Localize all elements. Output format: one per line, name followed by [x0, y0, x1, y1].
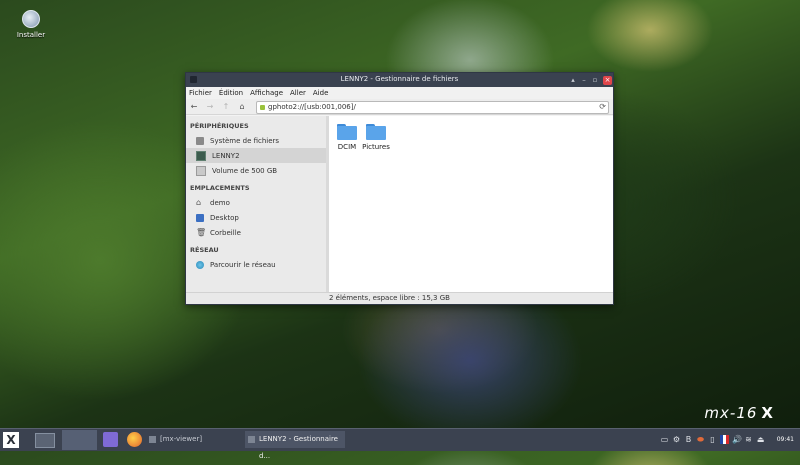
trash-icon: 🗑 [196, 227, 207, 237]
sidebar-item-volume[interactable]: Volume de 500 GB [186, 163, 326, 178]
menu-aide[interactable]: Aide [313, 89, 328, 97]
clock[interactable]: 09:41 [777, 436, 794, 443]
show-desktop-button[interactable] [35, 433, 55, 448]
location-bar[interactable]: gphoto2://[usb:001,006]/ ⟳ [256, 101, 609, 114]
location-input[interactable]: gphoto2://[usb:001,006]/ [268, 103, 356, 111]
sidebar-item-network[interactable]: Parcourir le réseau [186, 257, 326, 272]
brand-text: mx-16 [704, 404, 758, 422]
window-icon [248, 436, 255, 443]
task-file-manager[interactable]: LENNY2 - Gestionnaire d... [245, 431, 345, 460]
task-label: [mx-viewer] [160, 435, 203, 443]
up-button[interactable]: ↑ [218, 102, 234, 111]
mx-brand-logo: mx-16 X [704, 404, 774, 422]
folder-item-dcim[interactable]: DCIM [332, 124, 362, 151]
task-label: LENNY2 - Gestionnaire d... [259, 435, 338, 460]
keyboard-layout-flag-icon[interactable] [720, 435, 729, 444]
sidebar-item-label: Desktop [210, 213, 239, 222]
home-icon: ⌂ [196, 197, 202, 207]
menu-affichage[interactable]: Affichage [250, 89, 283, 97]
folder-item-pictures[interactable]: Pictures [361, 124, 391, 151]
volume-icon[interactable]: 🔊 [732, 435, 742, 444]
back-button[interactable]: ← [186, 102, 202, 111]
harddisk-icon [196, 136, 204, 145]
folder-name: Pictures [362, 143, 390, 151]
sidebar-item-label: Parcourir le réseau [210, 260, 276, 269]
bluetooth-icon[interactable]: B [684, 435, 693, 444]
firefox-icon[interactable] [127, 432, 142, 447]
settings-icon[interactable]: ⚙ [672, 435, 681, 444]
updater-icon[interactable]: ⬬ [696, 435, 705, 444]
network-icon [196, 260, 204, 269]
menu-edition[interactable]: Édition [219, 89, 243, 97]
menubar: Fichier Édition Affichage Aller Aide [186, 87, 613, 99]
sidebar-item-lenny2[interactable]: LENNY2 [186, 148, 326, 163]
reload-icon[interactable]: ⟳ [599, 102, 606, 111]
system-tray: ▭ ⚙ B ⬬ ▯ 🔊 ≋ ⏏ 09:41 [660, 429, 800, 451]
task-mx-viewer[interactable]: [mx-viewer] [146, 431, 243, 448]
status-text: 2 éléments, espace libre : 15,3 GB [329, 294, 450, 302]
menu-fichier[interactable]: Fichier [189, 89, 212, 97]
window-icon [149, 436, 156, 443]
maximize-button[interactable]: ▫ [589, 74, 601, 86]
sidebar-header-network: RÉSEAU [190, 246, 219, 254]
installer-icon [22, 10, 40, 28]
close-button[interactable]: × [603, 75, 612, 85]
installer-label: Installer [16, 31, 46, 39]
sidebar-header-places: EMPLACEMENTS [190, 184, 250, 192]
mx-logo-icon: X [6, 433, 16, 447]
sidebar-header-devices: PÉRIPHÉRIQUES [190, 122, 249, 130]
folder-name: DCIM [337, 143, 357, 151]
statusbar: 2 éléments, espace libre : 15,3 GB [186, 292, 613, 304]
sidebar: PÉRIPHÉRIQUES Système de fichiers LENNY2… [186, 116, 327, 293]
folder-icon [337, 124, 357, 140]
sidebar-item-desktop[interactable]: Desktop [186, 210, 326, 225]
desktop-icon [196, 213, 204, 222]
workspace-switcher-icon[interactable] [103, 432, 118, 447]
mx-logo-icon: X [761, 404, 774, 422]
sidebar-item-label: Système de fichiers [210, 136, 280, 145]
forward-button[interactable]: → [202, 102, 218, 111]
sidebar-item-filesystem[interactable]: Système de fichiers [186, 133, 326, 148]
eject-icon[interactable]: ⏏ [756, 435, 765, 444]
sidebar-item-demo[interactable]: ⌂ demo [186, 195, 326, 210]
installer-desktop-icon[interactable]: Installer [14, 10, 48, 39]
camera-icon [196, 150, 206, 161]
whisker-menu-button[interactable]: X [3, 432, 19, 448]
drive-icon [196, 165, 206, 176]
folder-icon [366, 124, 386, 140]
sidebar-item-label: Corbeille [210, 228, 241, 237]
window-title: LENNY2 - Gestionnaire de fichiers [340, 75, 459, 83]
menu-aller[interactable]: Aller [290, 89, 306, 97]
taskbar: X [mx-viewer] LENNY2 - Gestionnaire d...… [0, 428, 800, 460]
home-button[interactable]: ⌂ [234, 102, 250, 111]
camera-drive-icon [260, 105, 265, 110]
file-manager-window: LENNY2 - Gestionnaire de fichiers ▴ – ▫ … [185, 72, 614, 305]
sidebar-item-trash[interactable]: 🗑 Corbeille [186, 225, 326, 240]
screen-icon[interactable]: ▭ [660, 435, 669, 444]
sidebar-item-label: Volume de 500 GB [212, 166, 278, 175]
clipboard-icon[interactable]: ▯ [708, 435, 717, 444]
sidebar-item-label: LENNY2 [212, 151, 240, 160]
file-view[interactable]: DCIM Pictures [329, 116, 613, 293]
sidebar-item-label: demo [210, 198, 230, 207]
window-titlebar[interactable]: LENNY2 - Gestionnaire de fichiers ▴ – ▫ … [186, 73, 613, 87]
network-tray-icon[interactable]: ≋ [744, 435, 753, 444]
workspace-1[interactable] [62, 430, 97, 450]
